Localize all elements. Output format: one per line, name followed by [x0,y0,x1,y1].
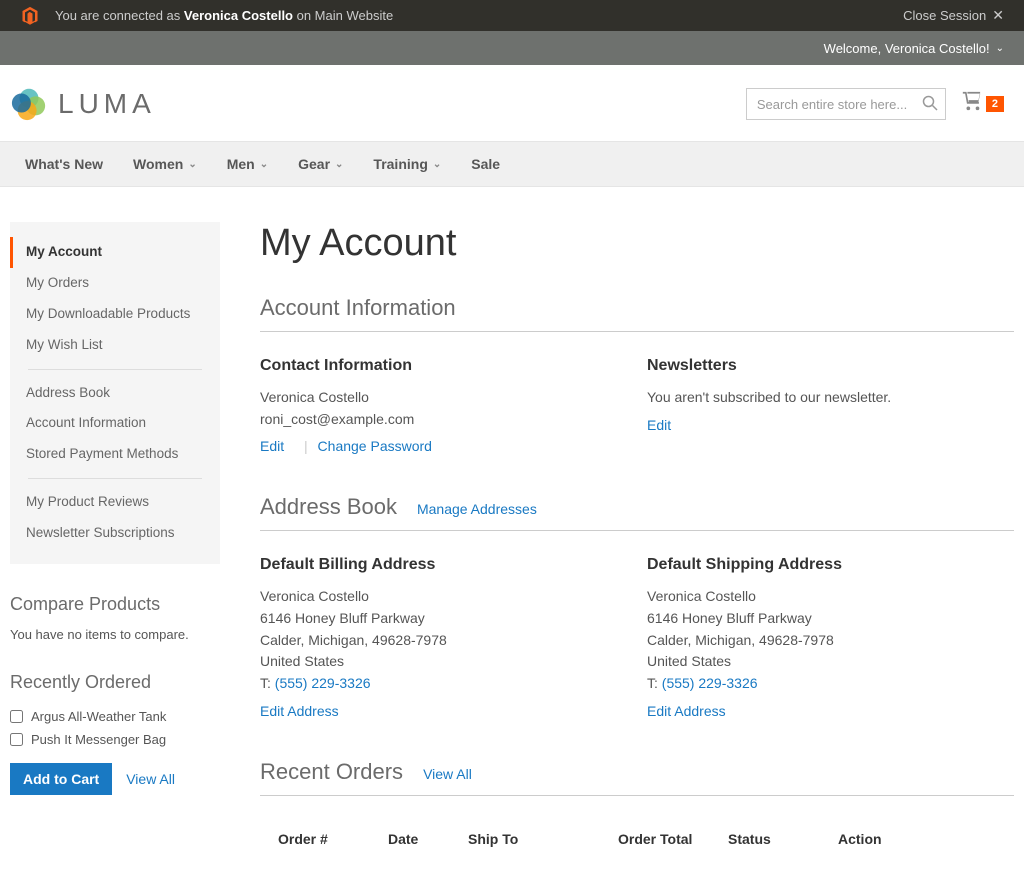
chevron-down-icon: ⌄ [996,43,1004,54]
cart-icon [961,90,983,118]
account-nav-item[interactable]: Stored Payment Methods [10,439,220,470]
orders-column-header: Order # [278,831,388,847]
address-book-heading: Address Book Manage Addresses [260,494,1014,520]
page-title: My Account [260,222,1014,265]
newsletters-box: Newsletters You aren't subscribed to our… [647,357,1014,454]
sidebar: My AccountMy OrdersMy Downloadable Produ… [10,222,220,853]
recent-item-label: Argus All-Weather Tank [31,709,166,724]
shipping-phone-link[interactable]: (555) 229-3326 [662,675,758,691]
chevron-down-icon: ⌄ [260,159,268,170]
logo[interactable]: LUMA [10,85,156,123]
admin-connected-text: You are connected as Veronica Costello o… [55,8,393,23]
contact-edit-link[interactable]: Edit [260,438,284,454]
account-nav-item[interactable]: My Wish List [10,330,220,361]
account-nav-item[interactable]: My Account [10,237,220,268]
orders-table-header: Order #DateShip ToOrder TotalStatusActio… [260,821,1014,853]
recent-orders-heading: Recent Orders View All [260,759,1014,785]
recent-item-checkbox[interactable] [10,733,23,746]
shipping-edit-link[interactable]: Edit Address [647,703,726,719]
header: LUMA 2 [0,65,1024,141]
logo-text: LUMA [58,88,156,120]
nav-item[interactable]: Gear⌄ [283,142,358,186]
welcome-bar: Welcome, Veronica Costello! ⌄ [0,31,1024,65]
nav-item[interactable]: Training⌄ [358,142,456,186]
orders-column-header: Status [728,831,838,847]
shipping-address-box: Default Shipping Address Veronica Costel… [647,556,1014,718]
account-info-heading: Account Information [260,295,1014,321]
account-nav-item[interactable]: Newsletter Subscriptions [10,518,220,549]
shipping-title: Default Shipping Address [647,556,1014,574]
chevron-down-icon: ⌄ [335,159,343,170]
search-input[interactable] [746,88,946,120]
search-icon[interactable] [922,95,938,115]
recent-item[interactable]: Argus All-Weather Tank [10,705,220,728]
compare-empty-msg: You have no items to compare. [10,627,220,642]
contact-name: Veronica Costello [260,387,627,409]
cart-button[interactable]: 2 [961,90,1004,118]
account-nav-item[interactable]: Account Information [10,408,220,439]
recently-ordered-title: Recently Ordered [10,672,220,693]
newsletters-edit-link[interactable]: Edit [647,417,671,433]
orders-column-header: Action [838,831,928,847]
recent-item[interactable]: Push It Messenger Bag [10,728,220,751]
newsletters-msg: You aren't subscribed to our newsletter. [647,387,1014,409]
billing-phone-link[interactable]: (555) 229-3326 [275,675,371,691]
billing-title: Default Billing Address [260,556,627,574]
account-nav: My AccountMy OrdersMy Downloadable Produ… [10,222,220,564]
contact-info-title: Contact Information [260,357,627,375]
nav-item[interactable]: Women⌄ [118,142,212,186]
magento-icon [20,6,40,26]
orders-column-header: Ship To [468,831,618,847]
chevron-down-icon: ⌄ [433,159,441,170]
manage-addresses-link[interactable]: Manage Addresses [417,501,537,517]
main-content: My Account Account Information Contact I… [220,222,1014,853]
nav-item[interactable]: Sale [456,142,515,186]
billing-edit-link[interactable]: Edit Address [260,703,339,719]
chevron-down-icon: ⌄ [188,159,196,170]
change-password-link[interactable]: Change Password [318,438,432,454]
close-icon: ✕ [992,7,1004,24]
orders-column-header: Date [388,831,468,847]
billing-address-box: Default Billing Address Veronica Costell… [260,556,627,718]
compare-title: Compare Products [10,594,220,615]
recent-item-label: Push It Messenger Bag [31,732,166,747]
recent-item-checkbox[interactable] [10,710,23,723]
recent-view-all-link[interactable]: View All [126,771,175,787]
contact-info-box: Contact Information Veronica Costello ro… [260,357,627,454]
luma-logo-icon [10,85,48,123]
main-nav: What's NewWomen⌄Men⌄Gear⌄Training⌄Sale [0,141,1024,187]
search-box [746,88,946,120]
orders-view-all-link[interactable]: View All [423,766,472,782]
nav-item[interactable]: Men⌄ [212,142,283,186]
recently-ordered-block: Recently Ordered Argus All-Weather Tank P… [10,672,220,795]
nav-item[interactable]: What's New [10,142,118,186]
account-nav-item[interactable]: Address Book [10,378,220,409]
close-session-button[interactable]: Close Session✕ [903,7,1004,24]
add-to-cart-button[interactable]: Add to Cart [10,763,112,795]
newsletters-title: Newsletters [647,357,1014,375]
account-nav-item[interactable]: My Product Reviews [10,487,220,518]
welcome-dropdown[interactable]: Welcome, Veronica Costello! ⌄ [824,41,1004,56]
compare-block: Compare Products You have no items to co… [10,594,220,642]
account-nav-item[interactable]: My Orders [10,268,220,299]
contact-email: roni_cost@example.com [260,409,627,431]
orders-column-header: Order Total [618,831,728,847]
admin-bar: You are connected as Veronica Costello o… [0,0,1024,31]
cart-count-badge: 2 [986,96,1004,112]
account-nav-item[interactable]: My Downloadable Products [10,299,220,330]
